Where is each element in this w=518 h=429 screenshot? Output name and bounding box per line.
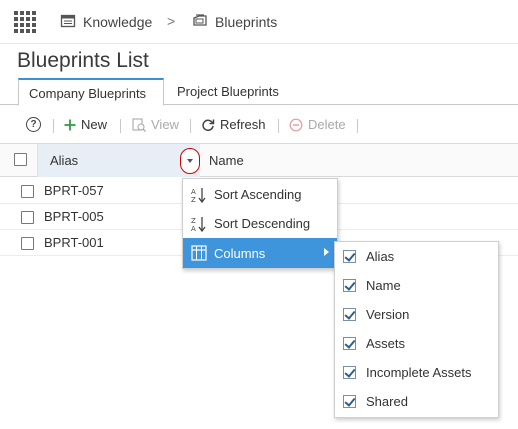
new-label: New — [81, 117, 108, 132]
app-grid-icon[interactable] — [14, 11, 36, 33]
checkbox-checked[interactable] — [343, 308, 356, 321]
view-label: View — [151, 117, 179, 132]
sort-descending-icon: Z A — [191, 216, 206, 232]
menu-item-sort-ascending[interactable]: A Z Sort Ascending — [183, 180, 337, 209]
checkbox-checked[interactable] — [343, 279, 356, 292]
tab-strip: Company Blueprints Project Blueprints — [0, 78, 518, 106]
menu-item-label: Sort Ascending — [214, 187, 302, 202]
svg-text:Z: Z — [191, 217, 196, 225]
top-bar: Knowledge > Blueprints — [0, 0, 518, 44]
refresh-button[interactable]: Refresh — [201, 117, 266, 132]
help-icon: ? — [26, 117, 41, 132]
toolbar: ? New View Refresh Delete — [0, 112, 518, 138]
checkbox-checked[interactable] — [343, 366, 356, 379]
knowledge-icon — [60, 14, 76, 28]
row-checkbox[interactable] — [21, 211, 34, 224]
column-toggle-label: Alias — [366, 249, 395, 264]
breadcrumb-separator: > — [167, 13, 176, 29]
menu-item-columns[interactable]: Columns — [183, 238, 337, 268]
column-toggle-label: Shared — [366, 394, 408, 409]
view-button[interactable]: View — [132, 117, 179, 132]
new-button[interactable]: New — [64, 117, 107, 132]
toolbar-divider — [357, 119, 358, 133]
checkbox-checked[interactable] — [343, 395, 356, 408]
delete-label: Delete — [308, 117, 346, 132]
toolbar-divider — [53, 119, 54, 133]
column-toggle-label: Assets — [366, 336, 406, 351]
delete-button[interactable]: Delete — [289, 117, 346, 132]
checkbox-checked[interactable] — [343, 337, 356, 350]
toolbar-divider — [278, 119, 279, 133]
help-button[interactable]: ? — [26, 117, 41, 132]
column-toggle-shared[interactable]: Shared — [335, 387, 498, 416]
menu-item-label: Columns — [214, 245, 266, 261]
column-header-name[interactable]: Name — [209, 153, 244, 168]
svg-text:A: A — [191, 188, 196, 196]
grid-header: Alias Name — [0, 143, 518, 177]
column-menu-button[interactable] — [180, 148, 200, 174]
columns-icon — [191, 245, 207, 261]
column-toggle-label: Incomplete Assets — [366, 365, 472, 380]
columns-submenu: Alias Name Version Assets Incomplete Ass… — [334, 241, 499, 418]
breadcrumb-knowledge[interactable]: Knowledge — [83, 14, 152, 30]
tab-company-blueprints[interactable]: Company Blueprints — [18, 78, 164, 106]
tab-project-blueprints[interactable]: Project Blueprints — [167, 78, 289, 106]
menu-item-sort-descending[interactable]: Z A Sort Descending — [183, 209, 337, 238]
row-checkbox[interactable] — [21, 185, 34, 198]
svg-text:Z: Z — [191, 196, 196, 203]
breadcrumb-blueprints[interactable]: Blueprints — [215, 14, 277, 30]
blueprints-icon — [193, 14, 207, 26]
checkbox-checked[interactable] — [343, 250, 356, 263]
svg-text:A: A — [191, 225, 196, 232]
delete-icon — [289, 118, 303, 131]
column-toggle-label: Version — [366, 307, 410, 322]
row-alias: BPRT-057 — [44, 183, 104, 198]
column-header-alias[interactable]: Alias — [37, 144, 200, 177]
chevron-right-icon — [324, 248, 329, 256]
column-toggle-name[interactable]: Name — [335, 271, 498, 300]
column-header-alias-label: Alias — [50, 153, 79, 168]
column-toggle-alias[interactable]: Alias — [335, 242, 498, 271]
column-toggle-incomplete-assets[interactable]: Incomplete Assets — [335, 358, 498, 387]
column-toggle-version[interactable]: Version — [335, 300, 498, 329]
menu-item-label: Sort Descending — [214, 216, 311, 231]
toolbar-divider — [190, 119, 191, 133]
page-title: Blueprints List — [17, 49, 149, 72]
column-toggle-label: Name — [366, 278, 401, 293]
row-checkbox[interactable] — [21, 237, 34, 250]
plus-icon — [64, 119, 76, 130]
row-alias: BPRT-005 — [44, 209, 104, 224]
row-alias: BPRT-001 — [44, 235, 104, 250]
refresh-icon — [202, 119, 215, 131]
refresh-label: Refresh — [220, 117, 266, 132]
column-context-menu: A Z Sort Ascending Z A Sort Descending C… — [182, 178, 338, 269]
toolbar-divider — [120, 119, 121, 133]
column-toggle-assets[interactable]: Assets — [335, 329, 498, 358]
sort-ascending-icon: A Z — [191, 187, 206, 203]
view-icon — [132, 117, 146, 132]
select-all-checkbox[interactable] — [14, 153, 27, 169]
